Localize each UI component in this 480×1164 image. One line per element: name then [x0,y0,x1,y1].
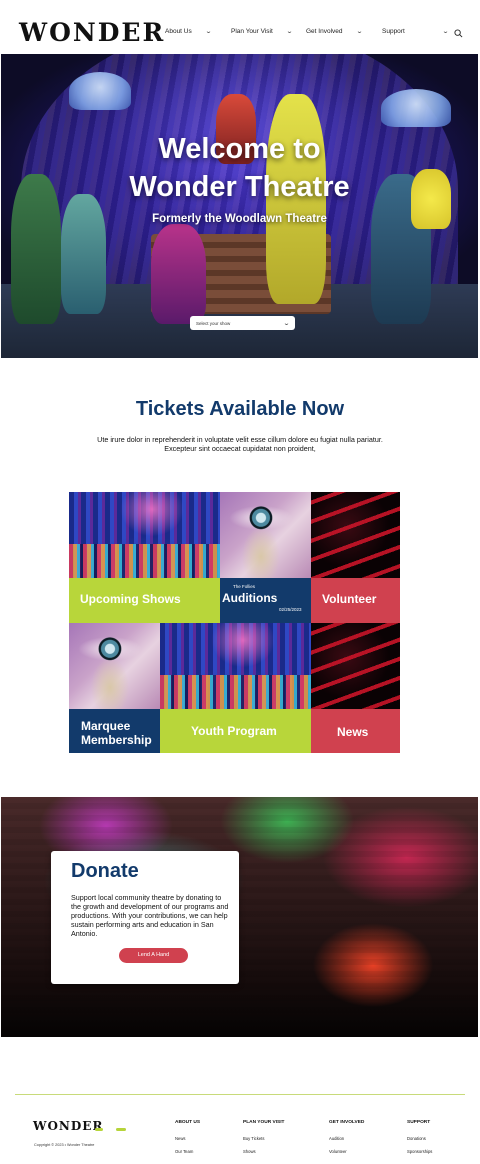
footer-about-heading: ABOUT US [175,1120,201,1125]
chevron-down-icon: ⌄ [285,29,293,35]
hero-subtitle: Formerly the Woodlawn Theatre [152,213,327,225]
hero-title-line2: Wonder Theatre [129,171,350,203]
chevron-down-icon: ⌄ [441,29,449,35]
hero-performer [151,224,206,324]
nav-plan-your-visit-label: Plan Your Visit [231,28,273,35]
footer-plan-heading: PLAN YOUR VISIT [243,1120,285,1125]
chevron-down-icon: ⌄ [204,29,212,35]
volunteer-label: Volunteer [322,592,377,606]
auditions-label: Auditions [222,591,278,605]
social-icon[interactable] [95,1128,103,1131]
footer-link-buy-tickets[interactable]: Buy Tickets [243,1136,264,1141]
site-header: WONDER About Us ⌄ Plan Your Visit ⌄ Get … [0,0,480,54]
hero-banner: Welcome to Wonder Theatre Formerly the W… [1,54,478,358]
hero-jellyfish-left [69,72,131,110]
footer-logo[interactable]: WONDER [33,1119,103,1133]
nav-support[interactable]: Support ⌄ [382,28,449,35]
social-icon[interactable] [116,1128,126,1131]
footer-support-heading: SUPPORT [407,1120,431,1125]
hero-performer [61,194,106,314]
nav-support-label: Support [382,28,405,35]
marquee-membership-label: Marquee Membership [81,719,152,747]
news-image[interactable] [311,623,400,709]
chevron-down-icon: ⌄ [355,29,363,35]
upcoming-shows-label: Upcoming Shows [80,592,181,606]
news-label: News [337,725,369,739]
donate-description: Support local community theatre by donat… [71,893,229,938]
hero-title-line1: Welcome to [158,133,321,165]
auditions-image[interactable] [220,492,311,578]
nav-about-us-label: About Us [165,28,192,35]
footer-link-sponsorships[interactable]: Sponsorships [407,1149,432,1154]
news-tile[interactable]: News [311,709,400,753]
nav-about-us[interactable]: About Us ⌄ [165,28,212,35]
tickets-description: Ute irure dolor in reprehenderit in volu… [97,435,383,453]
show-select-placeholder: Select your show [196,320,231,326]
youth-program-image[interactable] [160,623,311,709]
footer-link-news[interactable]: News [175,1136,185,1141]
youth-program-tile[interactable]: Youth Program [160,709,311,753]
footer-link-our-team[interactable]: Our Team [175,1149,193,1154]
chevron-down-icon: ⌄ [282,320,291,327]
marquee-membership-image[interactable] [69,623,160,709]
nav-plan-your-visit[interactable]: Plan Your Visit ⌄ [231,28,293,35]
site-logo[interactable]: WONDER [19,18,165,48]
footer-link-donations[interactable]: Donations [407,1136,426,1141]
nav-get-involved[interactable]: Get Involved ⌄ [306,28,363,35]
nav-get-involved-label: Get Involved [306,28,343,35]
tickets-heading: Tickets Available Now [135,398,345,420]
youth-program-label: Youth Program [191,724,277,738]
footer-link-volunteer[interactable]: Volunteer [329,1149,347,1154]
footer-involved-heading: GET INVOLVED [329,1120,365,1125]
copyright-text: Copyright © 2023 • Wonder Theatre [34,1143,95,1147]
auditions-tile[interactable]: The Follies Auditions 02/25/2023 [220,578,311,623]
footer-divider [15,1094,465,1095]
footer-link-audition[interactable]: Audition [329,1136,344,1141]
upcoming-shows-tile[interactable]: Upcoming Shows [69,578,220,623]
auditions-show-name: The Follies [233,584,256,589]
donate-heading: Donate [71,860,139,882]
footer-link-shows[interactable]: Shows [243,1149,256,1154]
marquee-label-line2: Membership [81,733,152,747]
marquee-membership-tile[interactable]: Marquee Membership [69,709,160,753]
hero-jellyfish-right [381,89,451,127]
upcoming-shows-image[interactable] [69,492,220,578]
search-icon[interactable] [454,29,463,38]
donate-card: Donate Support local community theatre b… [51,851,239,984]
marquee-label-line1: Marquee [81,719,131,733]
volunteer-image[interactable] [311,492,400,578]
volunteer-tile[interactable]: Volunteer [311,578,400,623]
lend-a-hand-button[interactable]: Lend A Hand [119,948,188,963]
hero-title: Welcome to Wonder Theatre [1,133,478,206]
auditions-date: 02/25/2023 [279,607,302,612]
show-select-dropdown[interactable]: Select your show ⌄ [190,316,295,330]
